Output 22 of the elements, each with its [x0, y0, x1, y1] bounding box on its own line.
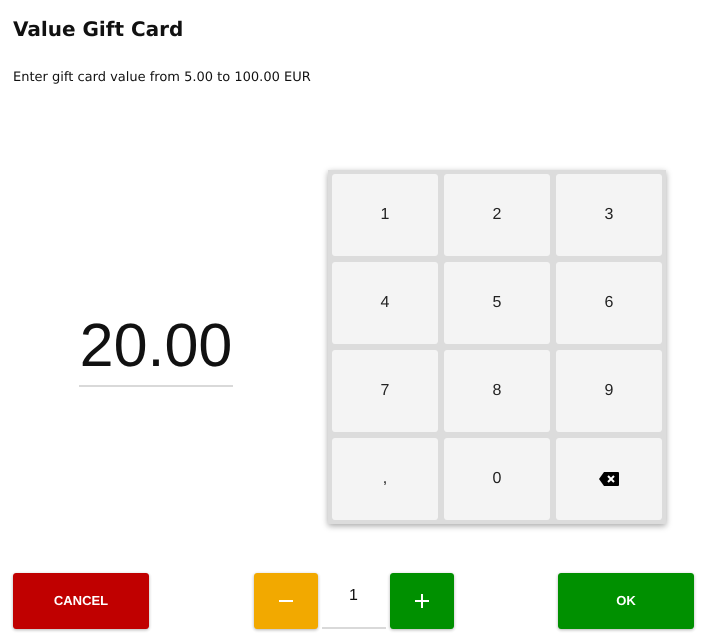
keypad-key[interactable]: 4: [332, 262, 438, 344]
increase-button[interactable]: [390, 573, 454, 629]
keypad-key[interactable]: 0: [444, 438, 550, 520]
keypad-key[interactable]: 1: [332, 174, 438, 256]
plus-icon: [414, 594, 428, 608]
keypad-key[interactable]: 2: [444, 174, 550, 256]
keypad-key[interactable]: 9: [556, 350, 662, 432]
backspace-key[interactable]: [556, 438, 662, 520]
backspace-icon: [599, 472, 619, 486]
keypad-key[interactable]: 3: [556, 174, 662, 256]
keypad-key[interactable]: 5: [444, 262, 550, 344]
amount-field[interactable]: 20.00: [79, 307, 233, 387]
quantity-field[interactable]: 1: [322, 573, 386, 629]
keypad-key[interactable]: ,: [332, 438, 438, 520]
keypad-key[interactable]: 8: [444, 350, 550, 432]
minus-icon: [278, 600, 292, 602]
keypad-key[interactable]: 6: [556, 262, 662, 344]
keypad-key[interactable]: 7: [332, 350, 438, 432]
dialog-title: Value Gift Card: [13, 16, 184, 43]
cancel-button[interactable]: CANCEL: [13, 573, 149, 629]
ok-button[interactable]: OK: [558, 573, 694, 629]
instruction-text: Enter gift card value from 5.00 to 100.00 EUR: [13, 69, 311, 87]
